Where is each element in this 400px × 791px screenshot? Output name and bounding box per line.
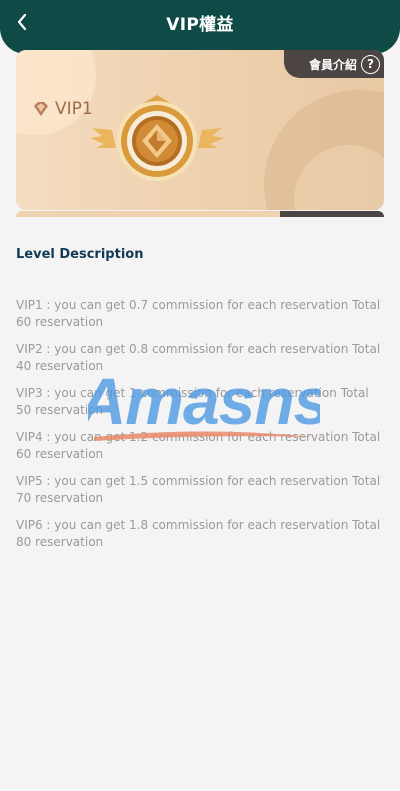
vip-card: 會員介紹 ? VIP1 — [16, 50, 384, 210]
vip-level-label: VIP1 — [55, 99, 93, 119]
level-description-item: VIP6 : you can get 1.8 commission for ea… — [16, 518, 381, 549]
member-intro-button[interactable]: 會員介紹 ? — [284, 50, 384, 78]
next-card-tag-edge — [280, 211, 384, 217]
level-description-item: VIP1 : you can get 0.7 commission for ea… — [16, 298, 381, 329]
page-title: VIP權益 — [166, 15, 234, 35]
card-decoration — [16, 50, 96, 135]
watermark-logo: Amasns — [88, 364, 320, 441]
member-intro-label: 會員介紹 — [308, 57, 357, 72]
diamond-icon — [34, 102, 48, 116]
vip-medal-icon — [90, 95, 224, 181]
watermark-text: Amasns — [88, 364, 320, 438]
vip-level: VIP1 — [32, 99, 93, 119]
level-description-item: VIP5 : you can get 1.5 commission for ea… — [16, 474, 381, 505]
help-icon: ? — [361, 54, 380, 74]
app-header: VIP權益 — [0, 0, 400, 54]
section-title: Level Description — [16, 247, 144, 262]
next-card-edge — [16, 211, 384, 217]
